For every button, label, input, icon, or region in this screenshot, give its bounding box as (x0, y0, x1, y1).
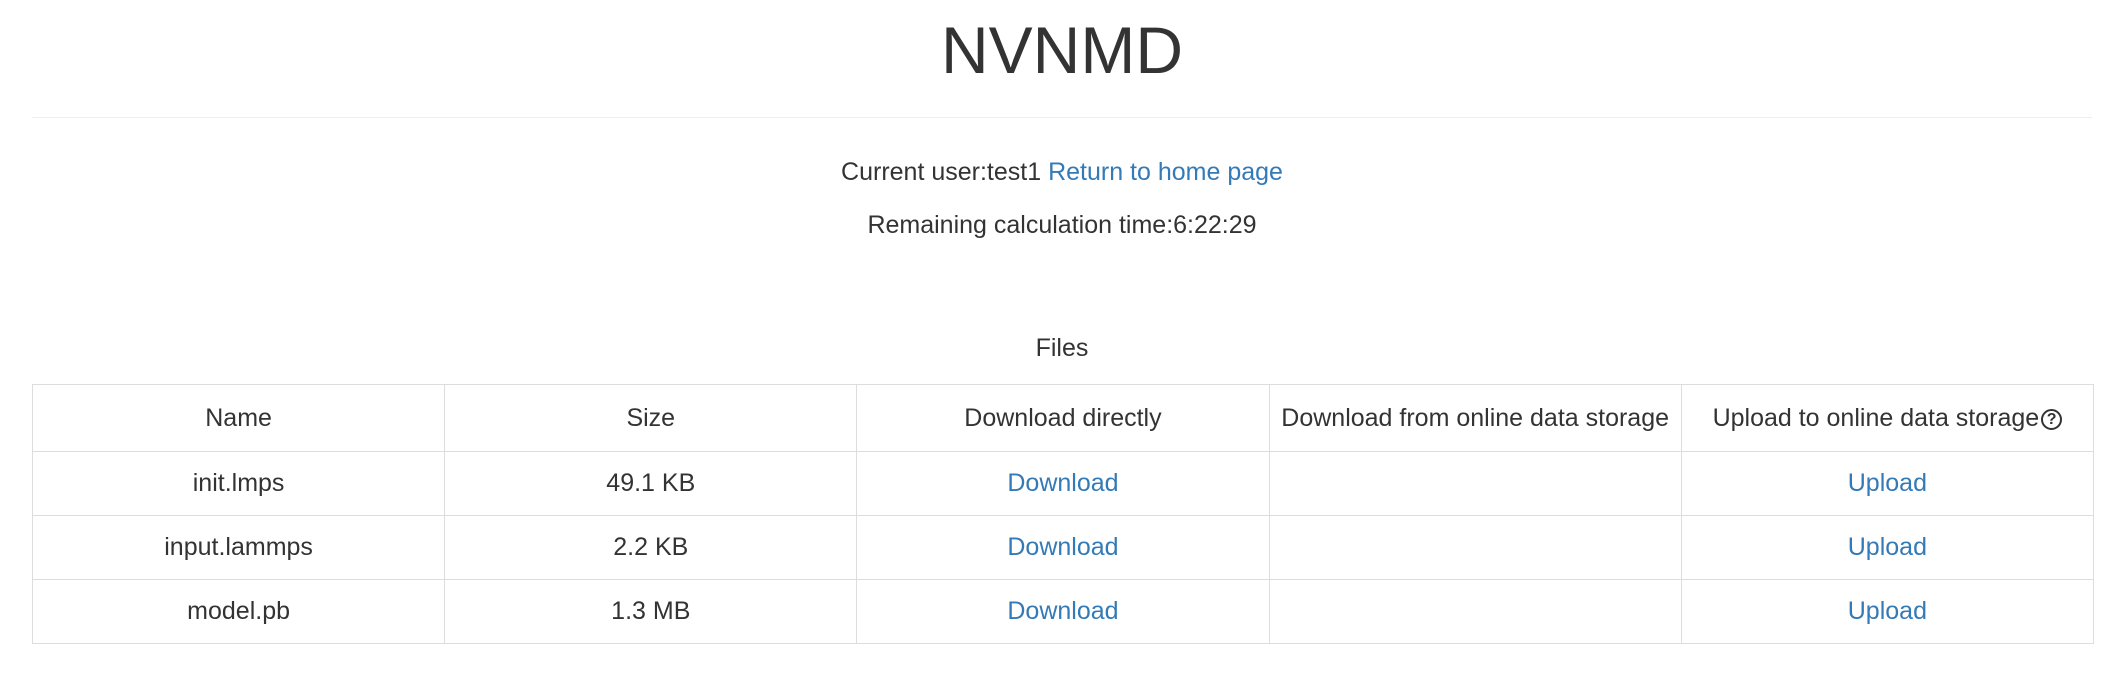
upload-link[interactable]: Upload (1848, 533, 1927, 561)
current-user-label: Current user:test1 (841, 158, 1042, 186)
download-link[interactable]: Download (1007, 533, 1118, 561)
column-header-size: Size (444, 384, 858, 452)
return-home-link[interactable]: Return to home page (1048, 158, 1283, 186)
upload-cell: Upload (1680, 515, 2095, 580)
remaining-time-label: Remaining calculation time:6:22:29 (867, 211, 1257, 239)
current-user-line: Current user:test1 Return to home page (0, 154, 2124, 190)
download-link[interactable]: Download (1007, 469, 1118, 497)
download-cell: Download (856, 515, 1270, 580)
file-name-cell: input.lammps (31, 515, 446, 580)
upload-link[interactable]: Upload (1848, 597, 1927, 625)
files-table: Name Size Download directly Download fro… (31, 384, 2095, 644)
question-circle-icon[interactable]: ? (2041, 408, 2063, 430)
file-size-cell: 1.3 MB (444, 579, 858, 644)
upload-link[interactable]: Upload (1848, 469, 1927, 497)
table-row: model.pb 1.3 MB Download Upload (31, 579, 2095, 644)
file-name-cell: init.lmps (31, 451, 446, 516)
upload-cell: Upload (1680, 451, 2095, 516)
file-size-cell: 49.1 KB (444, 451, 858, 516)
file-size-cell: 2.2 KB (444, 515, 858, 580)
download-link[interactable]: Download (1007, 597, 1118, 625)
column-header-upload-online-label: Upload to online data storage (1712, 403, 2040, 432)
files-caption: Files (1035, 334, 1089, 362)
download-cell: Download (856, 451, 1270, 516)
page-title: NVNMD (941, 13, 1183, 87)
table-row: input.lammps 2.2 KB Download Upload (31, 515, 2095, 580)
title-divider (32, 117, 2092, 118)
online-download-cell (1268, 579, 1682, 644)
column-header-download-directly: Download directly (856, 384, 1270, 452)
online-download-cell (1268, 451, 1682, 516)
column-header-name: Name (31, 384, 446, 452)
column-header-upload-online: Upload to online data storage? (1680, 384, 2095, 452)
table-header-row: Name Size Download directly Download fro… (31, 384, 2095, 452)
download-cell: Download (856, 579, 1270, 644)
upload-cell: Upload (1680, 579, 2095, 644)
column-header-download-online: Download from online data storage (1268, 384, 1682, 452)
page: NVNMD Current user:test1 Return to home … (0, 0, 2124, 676)
online-download-cell (1268, 515, 1682, 580)
file-name-cell: model.pb (31, 579, 446, 644)
table-row: init.lmps 49.1 KB Download Upload (31, 451, 2095, 516)
